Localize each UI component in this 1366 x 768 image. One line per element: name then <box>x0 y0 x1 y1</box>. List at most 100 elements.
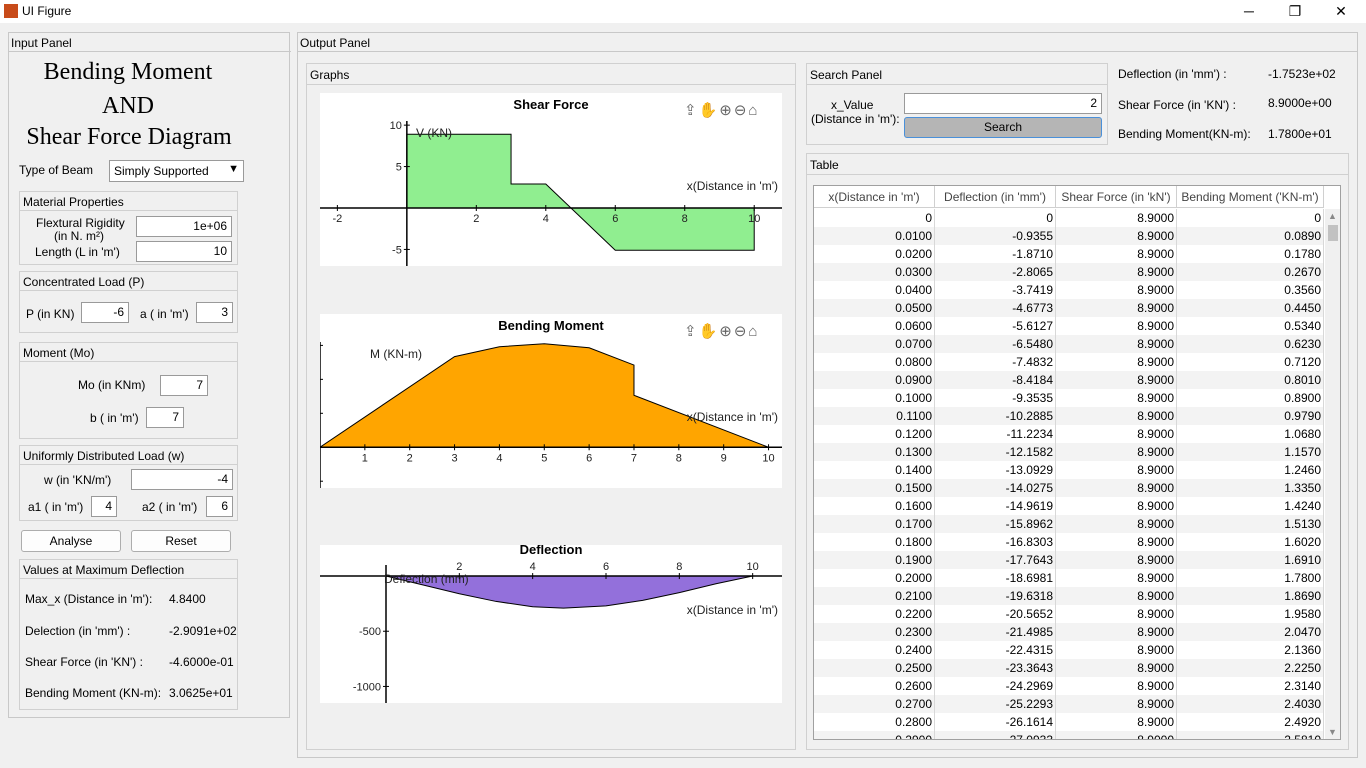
analyse-button[interactable]: Analyse <box>21 530 121 552</box>
zoom-in-icon[interactable]: ⊕ <box>719 102 734 119</box>
zoom-out-icon[interactable]: ⊖ <box>734 323 749 340</box>
cell-moment: 1.0680 <box>1177 425 1324 443</box>
search-button[interactable]: Search <box>904 117 1102 138</box>
w-field[interactable]: -4 <box>131 469 233 490</box>
table-row[interactable]: 0 0 8.9000 0 <box>814 209 1324 227</box>
table-row[interactable]: 0.0100 -0.9355 8.9000 0.0890 <box>814 227 1324 245</box>
p-field[interactable]: -6 <box>81 302 129 323</box>
cell-shear: 8.9000 <box>1056 479 1177 497</box>
b-field[interactable]: 7 <box>146 407 184 428</box>
cell-x: 0 <box>814 209 935 227</box>
minimize-button[interactable]: ─ <box>1226 0 1272 23</box>
x-tick-label: 8 <box>676 452 682 464</box>
cell-moment: 0.9790 <box>1177 407 1324 425</box>
cell-x: 0.1500 <box>814 479 935 497</box>
table-row[interactable]: 0.2600 -24.2969 8.9000 2.3140 <box>814 677 1324 695</box>
title-bar: UI Figure ─ ❐ ✕ <box>0 0 1366 23</box>
restore-button[interactable]: ❐ <box>1272 0 1318 23</box>
export-icon[interactable]: ⇪ <box>684 323 699 340</box>
ei-field[interactable]: 1e+06 <box>136 216 232 237</box>
col-header-moment[interactable]: Bending Moment ('KN-m') <box>1177 186 1324 208</box>
home-icon[interactable]: ⌂ <box>748 323 759 340</box>
col-header-shear[interactable]: Shear Force (in 'kN') <box>1056 186 1177 208</box>
cell-deflection: -16.8303 <box>935 533 1056 551</box>
table-row[interactable]: 0.0200 -1.8710 8.9000 0.1780 <box>814 245 1324 263</box>
table-row[interactable]: 0.2000 -18.6981 8.9000 1.7800 <box>814 569 1324 587</box>
pan-icon[interactable]: ✋ <box>699 102 720 119</box>
a1-field[interactable]: 4 <box>91 496 117 517</box>
cell-deflection: -1.8710 <box>935 245 1056 263</box>
mo-field[interactable]: 7 <box>160 375 208 396</box>
table-row[interactable]: 0.1900 -17.7643 8.9000 1.6910 <box>814 551 1324 569</box>
cell-moment: 1.9580 <box>1177 605 1324 623</box>
table-row[interactable]: 0.0600 -5.6127 8.9000 0.5340 <box>814 317 1324 335</box>
close-button[interactable]: ✕ <box>1318 0 1364 23</box>
x-tick-label: 6 <box>603 561 609 573</box>
export-icon[interactable]: ⇪ <box>684 102 699 119</box>
cell-x: 0.1900 <box>814 551 935 569</box>
scroll-up-icon[interactable]: ▲ <box>1328 211 1337 221</box>
table-row[interactable]: 0.2200 -20.5652 8.9000 1.9580 <box>814 605 1324 623</box>
x-tick-label: 4 <box>530 561 536 573</box>
table-scrollbar[interactable]: ▲ ▼ <box>1325 209 1340 739</box>
col-header-deflection[interactable]: Deflection (in 'mm') <box>935 186 1056 208</box>
x-value-field[interactable]: 2 <box>904 93 1102 114</box>
table-row[interactable]: 0.2800 -26.1614 8.9000 2.4920 <box>814 713 1324 731</box>
table-row[interactable]: 0.0700 -6.5480 8.9000 0.6230 <box>814 335 1324 353</box>
table-row[interactable]: 0.2900 -27.0933 8.9000 2.5810 <box>814 731 1324 739</box>
zoom-in-icon[interactable]: ⊕ <box>719 323 734 340</box>
table-row[interactable]: 0.0900 -8.4184 8.9000 0.8010 <box>814 371 1324 389</box>
zoom-out-icon[interactable]: ⊖ <box>734 102 749 119</box>
table-row[interactable]: 0.2100 -19.6318 8.9000 1.8690 <box>814 587 1324 605</box>
table-header: x(Distance in 'm') Deflection (in 'mm') … <box>814 186 1324 208</box>
table-row[interactable]: 0.1400 -13.0929 8.9000 1.2460 <box>814 461 1324 479</box>
table-row[interactable]: 0.1700 -15.8962 8.9000 1.5130 <box>814 515 1324 533</box>
table-row[interactable]: 0.2700 -25.2293 8.9000 2.4030 <box>814 695 1324 713</box>
scroll-thumb[interactable] <box>1328 225 1338 241</box>
table-row[interactable]: 0.2500 -23.3643 8.9000 2.2250 <box>814 659 1324 677</box>
table-row[interactable]: 0.0300 -2.8065 8.9000 0.2670 <box>814 263 1324 281</box>
x-axis-label: x(Distance in 'm') <box>687 603 778 617</box>
cell-shear: 8.9000 <box>1056 569 1177 587</box>
table-row[interactable]: 0.0400 -3.7419 8.9000 0.3560 <box>814 281 1324 299</box>
data-table[interactable]: x(Distance in 'm') Deflection (in 'mm') … <box>813 185 1341 740</box>
concentrated-load-panel: Concentrated Load (P) P (in KN) -6 a ( i… <box>19 271 238 333</box>
cell-moment: 1.1570 <box>1177 443 1324 461</box>
table-row[interactable]: 0.2300 -21.4985 8.9000 2.0470 <box>814 623 1324 641</box>
reset-button[interactable]: Reset <box>131 530 231 552</box>
table-row[interactable]: 0.1500 -14.0275 8.9000 1.3350 <box>814 479 1324 497</box>
table-row[interactable]: 0.1600 -14.9619 8.9000 1.4240 <box>814 497 1324 515</box>
cell-x: 0.2200 <box>814 605 935 623</box>
cell-x: 0.2000 <box>814 569 935 587</box>
table-row[interactable]: 0.1000 -9.3535 8.9000 0.8900 <box>814 389 1324 407</box>
cell-shear: 8.9000 <box>1056 587 1177 605</box>
table-row[interactable]: 0.2400 -22.4315 8.9000 2.1360 <box>814 641 1324 659</box>
length-field[interactable]: 10 <box>136 241 232 262</box>
cell-moment: 0.5340 <box>1177 317 1324 335</box>
cell-moment: 0.1780 <box>1177 245 1324 263</box>
home-icon[interactable]: ⌂ <box>748 102 759 119</box>
chart-title: Shear Force <box>513 97 588 112</box>
cell-x: 0.2100 <box>814 587 935 605</box>
table-row[interactable]: 0.0500 -4.6773 8.9000 0.4450 <box>814 299 1324 317</box>
cell-x: 0.1000 <box>814 389 935 407</box>
x-tick-label: 9 <box>721 452 727 464</box>
col-header-x[interactable]: x(Distance in 'm') <box>814 186 935 208</box>
beam-type-dropdown[interactable]: Simply Supported ▼ <box>109 160 244 182</box>
maxdef-title: Values at Maximum Deflection <box>23 563 185 577</box>
pan-icon[interactable]: ✋ <box>699 323 720 340</box>
scroll-down-icon[interactable]: ▼ <box>1328 727 1337 737</box>
table-row[interactable]: 0.1300 -12.1582 8.9000 1.1570 <box>814 443 1324 461</box>
table-row[interactable]: 0.1100 -10.2885 8.9000 0.9790 <box>814 407 1324 425</box>
heading-line1: Bending Moment <box>43 59 213 85</box>
cell-moment: 0 <box>1177 209 1324 227</box>
matlab-logo-icon <box>4 4 18 18</box>
axes-toolbar: ⇪✋⊕⊖⌂ <box>684 322 759 340</box>
table-row[interactable]: 0.1200 -11.2234 8.9000 1.0680 <box>814 425 1324 443</box>
a2-field[interactable]: 6 <box>206 496 233 517</box>
max-deflection-panel: Values at Maximum Deflection Max_x (Dist… <box>19 559 238 710</box>
table-row[interactable]: 0.0800 -7.4832 8.9000 0.7120 <box>814 353 1324 371</box>
a-field[interactable]: 3 <box>196 302 233 323</box>
cell-x: 0.2800 <box>814 713 935 731</box>
table-row[interactable]: 0.1800 -16.8303 8.9000 1.6020 <box>814 533 1324 551</box>
